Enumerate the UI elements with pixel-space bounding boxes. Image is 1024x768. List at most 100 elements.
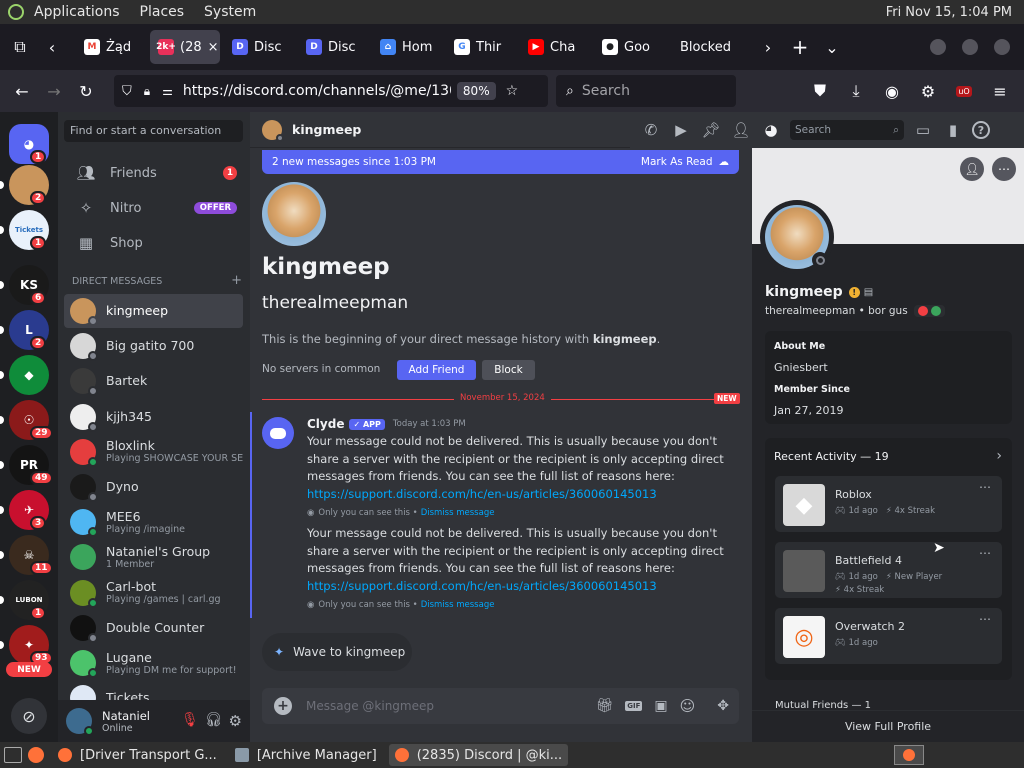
tab-7[interactable]: ● Goo xyxy=(594,30,664,64)
lock-icon[interactable]: 🔒︎ xyxy=(144,84,150,99)
dm-item[interactable]: kingmeep xyxy=(64,294,243,328)
sticker-icon[interactable]: ▣ xyxy=(654,698,667,714)
workspace-switcher-icon[interactable] xyxy=(894,745,924,765)
shop-nav[interactable]: ▦ Shop xyxy=(64,226,243,260)
taskbar-item[interactable]: [Driver Transport G... xyxy=(52,744,223,766)
tab-4[interactable]: ⌂ Hom xyxy=(372,30,442,64)
nitro-nav[interactable]: ✧ Nitro OFFER xyxy=(64,191,243,225)
tab-1[interactable]: 2k+ (28 × xyxy=(150,30,220,64)
header-avatar[interactable] xyxy=(262,119,284,142)
permissions-icon[interactable]: ⚌ xyxy=(162,84,173,98)
activity-header[interactable]: Recent Activity — 19 › xyxy=(774,448,1002,464)
browser-search-box[interactable]: ⌕ Search xyxy=(556,75,736,107)
bookmark-icon[interactable]: ▮ xyxy=(942,119,964,141)
forward-icon[interactable]: → xyxy=(38,75,70,107)
add-attachment-icon[interactable]: + xyxy=(274,697,292,715)
profile-avatar[interactable] xyxy=(760,200,834,274)
downloads-icon[interactable]: ⤓ xyxy=(840,75,872,107)
activity-more-icon[interactable]: ⋯ xyxy=(979,480,992,494)
message-author[interactable]: Clyde xyxy=(307,417,344,431)
firefox-launcher-icon[interactable] xyxy=(28,747,44,763)
activity-item[interactable]: Battlefield 4 🎮︎ 1d ago ⚡︎ New Player ⚡︎ 4x… xyxy=(775,542,1002,598)
shield-icon[interactable]: ⛉ xyxy=(122,84,132,99)
dm-item[interactable]: Bartek xyxy=(64,364,243,398)
help-icon[interactable]: ? xyxy=(972,121,990,139)
add-friend-button[interactable]: Add Friend xyxy=(397,360,476,380)
new-messages-banner[interactable]: 2 new messages since 1:03 PM Mark As Rea… xyxy=(262,150,739,174)
system-menu[interactable]: System xyxy=(204,4,256,20)
user-avatar[interactable] xyxy=(66,708,94,736)
minimize-button[interactable] xyxy=(930,39,946,55)
gift-icon[interactable]: 🎁︎ xyxy=(595,698,613,714)
reload-icon[interactable]: ↻ xyxy=(70,75,102,107)
support-link[interactable]: https://support.discord.com/hc/en-us/art… xyxy=(307,579,657,593)
clyde-avatar[interactable] xyxy=(262,417,294,449)
tab-blocked[interactable]: Blocked xyxy=(668,30,748,64)
headphones-icon[interactable]: 🎧︎ xyxy=(205,712,223,730)
badge-icon[interactable]: ! xyxy=(848,286,860,298)
dm-item[interactable]: kjjh345 xyxy=(64,400,243,434)
activity-item[interactable]: ◆ Roblox 🎮︎ 1d ago ⚡︎ 4x Streak ⋯ xyxy=(775,476,1002,532)
friends-nav[interactable]: 👥︎ Friends 1 xyxy=(64,156,243,190)
header-username[interactable]: kingmeep xyxy=(292,122,361,137)
mark-as-read-button[interactable]: Mark As Read xyxy=(641,156,713,168)
tab-0[interactable]: M Żąd xyxy=(76,30,146,64)
tab-scroll-right-icon[interactable]: › xyxy=(752,31,784,63)
create-dm-icon[interactable]: + xyxy=(231,273,242,288)
tab-close-icon[interactable]: × xyxy=(208,40,219,55)
new-servers-badge[interactable]: NEW xyxy=(6,662,52,677)
bookmark-star-icon[interactable]: ☆ xyxy=(506,83,519,99)
show-desktop-icon[interactable] xyxy=(4,747,22,763)
support-link[interactable]: https://support.discord.com/hc/en-us/art… xyxy=(307,487,657,501)
dm-item[interactable]: MEE6 Playing /imagine xyxy=(64,505,243,539)
url-text[interactable]: https://discord.com/channels/@me/13070 xyxy=(183,83,451,99)
clock[interactable]: Fri Nov 15, 1:04 PM xyxy=(886,5,1012,20)
add-friend-icon[interactable]: 👤︎ xyxy=(960,157,984,181)
wave-button[interactable]: ✦ Wave to kingmeep xyxy=(262,633,412,671)
back-icon[interactable]: ← xyxy=(6,75,38,107)
video-call-icon[interactable]: ▶ xyxy=(670,119,692,141)
tab-5[interactable]: G Thir xyxy=(446,30,516,64)
tab-overflow-chevron-icon[interactable]: ⌄ xyxy=(816,31,848,63)
find-conversation-input[interactable]: Find or start a conversation xyxy=(64,120,243,142)
dm-item[interactable]: Bloxlink Playing SHOWCASE YOUR SE... xyxy=(64,435,244,469)
dm-item[interactable]: Big gatito 700 xyxy=(64,329,243,363)
mutual-friends[interactable]: Mutual Friends — 1 xyxy=(775,700,871,708)
account-icon[interactable]: ◉ xyxy=(876,75,908,107)
new-tab-icon[interactable]: + xyxy=(784,31,816,63)
tag-icon[interactable]: ▤ xyxy=(864,287,873,298)
dm-item[interactable]: Double Counter xyxy=(64,611,243,645)
ublock-icon[interactable]: uO xyxy=(948,75,980,107)
dm-item[interactable]: Dyno xyxy=(64,470,243,504)
tab-list-icon[interactable]: ⧉ xyxy=(4,31,36,63)
os-logo-icon[interactable] xyxy=(8,4,24,20)
user-profile-icon[interactable]: ◕ xyxy=(760,119,782,141)
discover-servers-icon[interactable]: ⊘ xyxy=(11,698,47,734)
close-window-button[interactable] xyxy=(994,39,1010,55)
add-friends-to-dm-icon[interactable]: 👤︎ xyxy=(730,119,752,141)
pin-icon[interactable]: 📌︎ xyxy=(700,119,722,141)
more-options-icon[interactable]: ⋯ xyxy=(992,157,1016,181)
extensions-icon[interactable]: ⚙ xyxy=(912,75,944,107)
dm-item[interactable]: Lugane Playing DM me for support! xyxy=(64,646,243,680)
voice-call-icon[interactable]: ✆ xyxy=(640,119,662,141)
user-info[interactable]: Nataniel Online xyxy=(102,709,150,734)
dismiss-message-link[interactable]: Dismiss message xyxy=(421,508,495,518)
mute-microphone-icon[interactable]: 🎙︎ xyxy=(181,712,199,730)
apps-icon[interactable]: ✥ xyxy=(717,698,729,714)
inbox-icon[interactable]: ▭ xyxy=(912,119,934,141)
dm-item[interactable]: Carl-bot Playing /games | carl.gg xyxy=(64,576,243,610)
chat-search-input[interactable]: Search ⌕ xyxy=(790,120,904,140)
dismiss-message-link[interactable]: Dismiss message xyxy=(421,600,495,610)
view-full-profile-button[interactable]: View Full Profile xyxy=(845,720,931,733)
tab-scroll-left-icon[interactable]: ‹ xyxy=(36,31,68,63)
applications-menu[interactable]: Applications xyxy=(34,4,120,20)
message-input[interactable]: Message @kingmeep xyxy=(306,699,576,713)
tab-2[interactable]: D Disc xyxy=(224,30,294,64)
activity-more-icon[interactable]: ⋯ xyxy=(979,546,992,560)
dm-item[interactable]: Nataniel's Group 1 Member xyxy=(64,540,243,574)
tab-3[interactable]: D Disc xyxy=(298,30,368,64)
taskbar-item[interactable]: [Archive Manager] xyxy=(229,744,383,766)
emoji-icon[interactable]: ☺ xyxy=(680,697,696,715)
zoom-level[interactable]: 80% xyxy=(456,82,496,100)
